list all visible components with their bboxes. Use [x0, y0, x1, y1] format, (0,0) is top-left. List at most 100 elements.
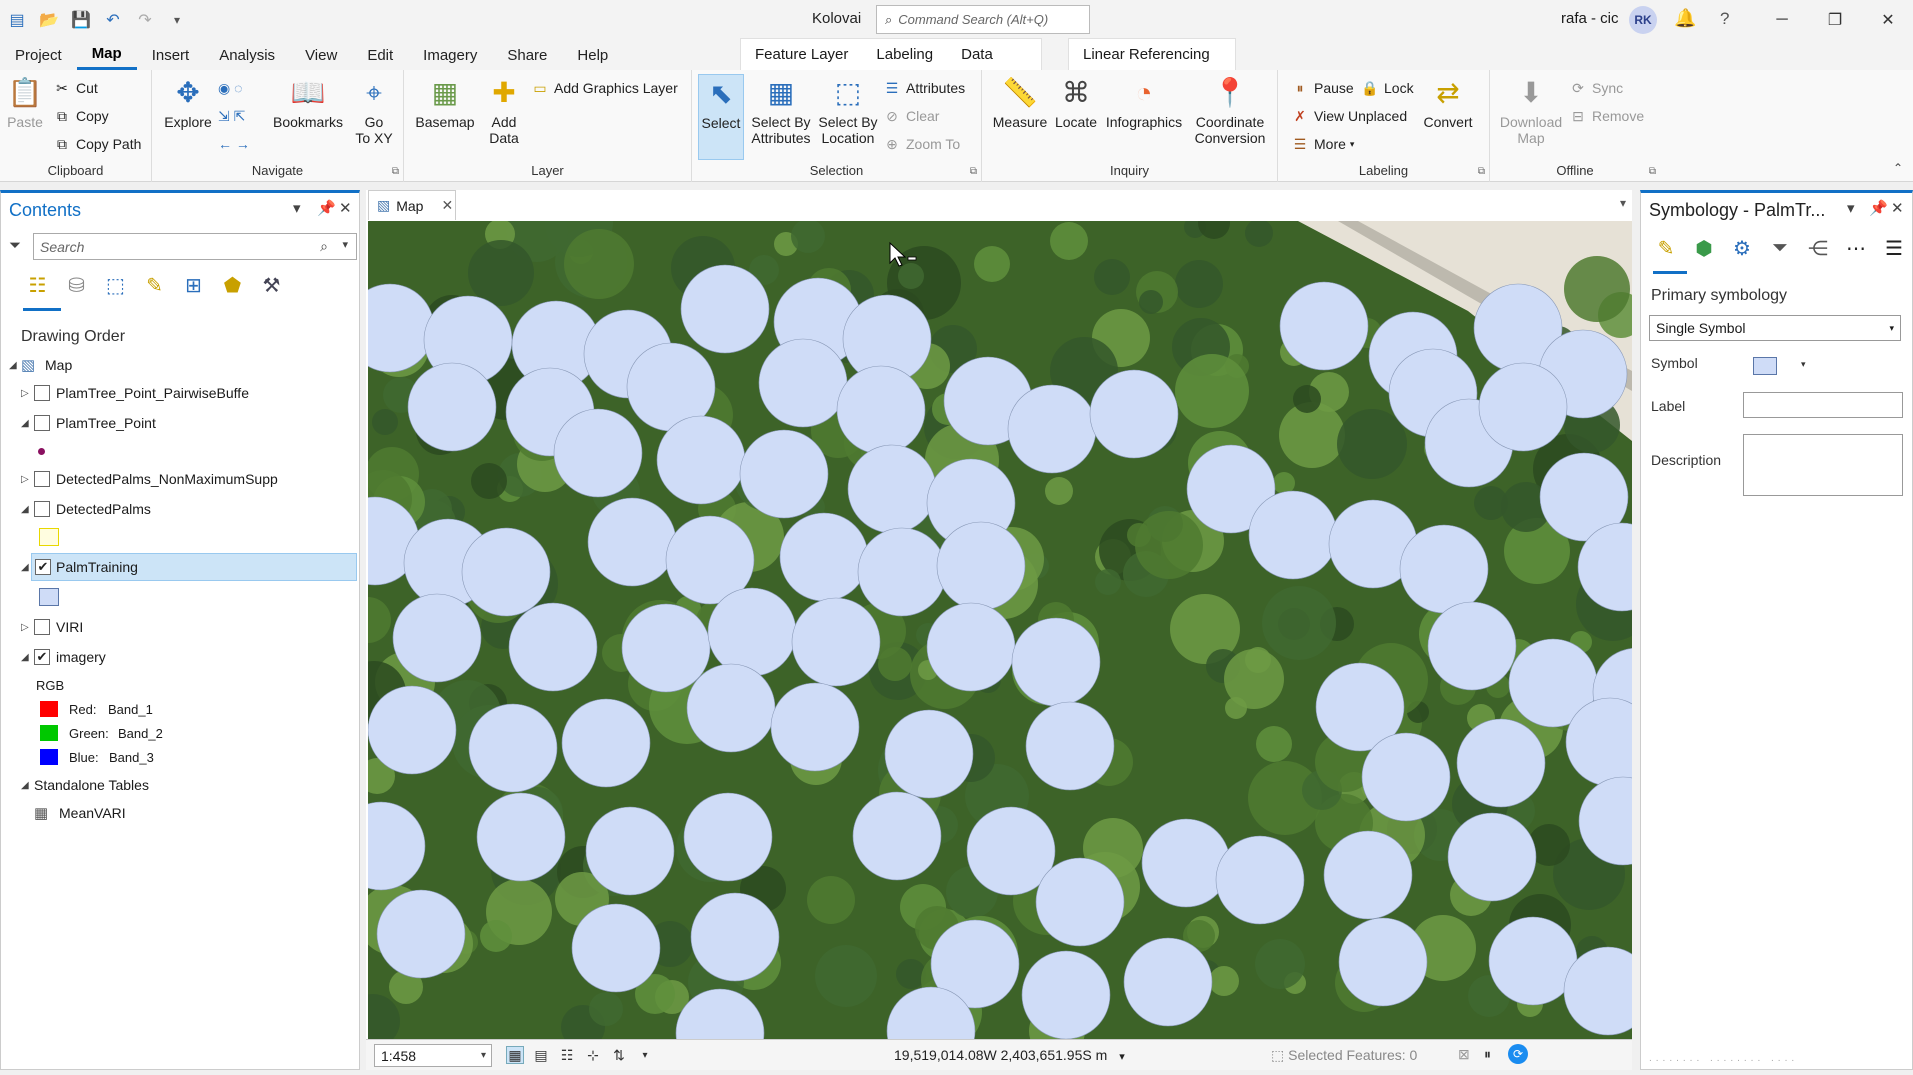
- collapse-triangle-icon[interactable]: ◢: [21, 652, 29, 663]
- lock-labels-button[interactable]: 🔒 Lock: [1360, 76, 1413, 100]
- coordinates-readout[interactable]: 19,519,014.08W 2,403,651.95S m ▾: [894, 1047, 1125, 1063]
- palm-training-polygon[interactable]: [1323, 830, 1413, 920]
- layer-row-selected[interactable]: ◢ ✔ PalmTraining: [21, 553, 357, 581]
- palm-training-polygon[interactable]: [468, 703, 558, 793]
- clear-selection-status-icon[interactable]: ⊠: [1458, 1046, 1470, 1063]
- filter-icon[interactable]: ⏷: [9, 237, 21, 254]
- palm-training-polygon[interactable]: [1021, 950, 1111, 1039]
- select-by-attributes-button[interactable]: ▦ Select By Attributes: [748, 74, 814, 147]
- clear-selection-button[interactable]: ⊘ Clear: [882, 104, 939, 128]
- nav-tool-icon[interactable]: ⇅: [610, 1046, 628, 1064]
- palm-training-polygon[interactable]: [884, 709, 974, 799]
- map-display[interactable]: [368, 221, 1632, 1039]
- remove-offline-button[interactable]: ⊟ Remove: [1568, 104, 1644, 128]
- point-symbol-row[interactable]: [1, 437, 357, 465]
- pause-labeling-button[interactable]: ⏸ Pause: [1290, 76, 1354, 100]
- pin-icon[interactable]: 📌: [317, 199, 336, 217]
- search-options-chevron-icon[interactable]: ▾: [342, 238, 348, 251]
- palm-training-polygon[interactable]: [739, 429, 829, 519]
- contents-search-input[interactable]: Search ⌕ ▾: [33, 233, 357, 260]
- palm-training-polygon[interactable]: [407, 362, 497, 452]
- layer-visibility-checkbox[interactable]: [34, 471, 50, 487]
- palm-training-polygon[interactable]: [1279, 281, 1369, 371]
- user-name[interactable]: rafa - cic: [1561, 10, 1619, 27]
- close-pane-icon[interactable]: ✕: [1891, 199, 1904, 217]
- pane-resize-grip[interactable]: ........ ........ ....: [1641, 1047, 1912, 1069]
- symbol-layer-drawing-icon[interactable]: ⬢: [1691, 235, 1717, 261]
- palm-training-polygon[interactable]: [376, 889, 466, 979]
- tab-view[interactable]: View: [290, 40, 352, 70]
- download-map-button[interactable]: ⬇ Download Map: [1500, 74, 1562, 147]
- palm-training-polygon[interactable]: [1215, 835, 1305, 925]
- palm-training-polygon[interactable]: [936, 521, 1026, 611]
- palm-training-polygon[interactable]: [1141, 818, 1231, 908]
- list-by-selection-icon[interactable]: ⬚: [103, 273, 128, 298]
- palm-training-polygon[interactable]: [1007, 384, 1097, 474]
- palm-training-polygon[interactable]: [1427, 601, 1517, 691]
- locate-button[interactable]: ⌘ Locate: [1052, 74, 1100, 131]
- layer-visibility-checkbox[interactable]: ✔: [35, 559, 51, 575]
- list-by-editing-icon[interactable]: ✎: [142, 273, 167, 298]
- palm-training-polygon[interactable]: [1456, 718, 1546, 808]
- tab-map[interactable]: Map: [76, 40, 137, 70]
- layer-row[interactable]: ▷ VIRI: [1, 613, 357, 641]
- description-textarea[interactable]: [1743, 434, 1903, 496]
- layer-visibility-checkbox[interactable]: [34, 415, 50, 431]
- palm-training-polygon[interactable]: [561, 698, 651, 788]
- palm-training-polygon[interactable]: [621, 603, 711, 693]
- map-canvas[interactable]: [368, 221, 1632, 1039]
- palm-training-polygon[interactable]: [1338, 917, 1428, 1007]
- palm-training-polygon[interactable]: [1123, 937, 1213, 1027]
- palm-training-polygon[interactable]: [686, 663, 776, 753]
- palm-training-polygon[interactable]: [852, 791, 942, 881]
- collapse-triangle-icon[interactable]: ◢: [21, 504, 29, 515]
- select-button[interactable]: ⬉ Select: [698, 74, 744, 160]
- customize-chevron-icon[interactable]: ▾: [166, 9, 188, 31]
- palm-training-polygon[interactable]: [770, 682, 860, 772]
- offline-launcher-icon[interactable]: ⧉: [1649, 166, 1656, 177]
- avatar[interactable]: RK: [1629, 6, 1657, 34]
- navigate-launcher-icon[interactable]: ⧉: [392, 166, 399, 177]
- add-data-button[interactable]: ✚ Add Data: [480, 74, 528, 147]
- expand-triangle-icon[interactable]: ▷: [21, 388, 29, 399]
- fixed-zoom-icon[interactable]: ⇲ ⇱: [218, 104, 245, 128]
- attributes-button[interactable]: ☰ Attributes: [882, 76, 965, 100]
- layer-row[interactable]: ▷ DetectedPalms_NonMaximumSupp: [1, 465, 357, 493]
- palm-training-polygon[interactable]: [1248, 490, 1338, 580]
- palm-training-polygon[interactable]: [1011, 617, 1101, 707]
- pause-drawing-icon[interactable]: ⏸: [1484, 1046, 1491, 1063]
- palm-training-polygon[interactable]: [1089, 369, 1179, 459]
- palm-training-polygon[interactable]: [836, 365, 926, 455]
- palm-training-polygon[interactable]: [926, 602, 1016, 692]
- primary-symbology-icon[interactable]: ✎: [1653, 235, 1679, 261]
- palm-training-polygon[interactable]: [461, 527, 551, 617]
- paste-button[interactable]: 📋 Paste: [4, 74, 46, 131]
- symbology-rules-icon[interactable]: ⋲: [1805, 235, 1831, 261]
- list-by-labeling-icon[interactable]: ⬟: [220, 273, 245, 298]
- open-project-icon[interactable]: 📂: [38, 9, 60, 31]
- list-by-drawing-order-icon[interactable]: ☷: [25, 273, 50, 298]
- map-node[interactable]: ◢ ▧ Map: [1, 351, 357, 379]
- tab-project[interactable]: Project: [0, 40, 77, 70]
- view-list-chevron-icon[interactable]: ▾: [1620, 196, 1626, 210]
- palm-training-polygon[interactable]: [571, 903, 661, 993]
- tab-help[interactable]: Help: [562, 40, 623, 70]
- restore-button[interactable]: ❐: [1815, 6, 1855, 34]
- search-icon[interactable]: ⌕: [320, 238, 328, 255]
- palm-training-polygon[interactable]: [656, 415, 746, 505]
- symbol-swatch-button[interactable]: [1753, 357, 1777, 375]
- collapse-triangle-icon[interactable]: ◢: [21, 780, 29, 791]
- palm-training-polygon[interactable]: [553, 408, 643, 498]
- command-search-input[interactable]: ⌕ Command Search (Alt+Q): [876, 5, 1090, 34]
- palm-training-polygon[interactable]: [758, 338, 848, 428]
- palm-training-polygon[interactable]: [847, 444, 937, 534]
- tab-imagery[interactable]: Imagery: [408, 40, 492, 70]
- basemap-button[interactable]: ▦ Basemap: [414, 74, 476, 131]
- select-by-location-button[interactable]: ⬚ Select By Location: [816, 74, 880, 147]
- palm-training-polygon[interactable]: [680, 264, 770, 354]
- more-labeling-button[interactable]: ☰ More ▾: [1290, 132, 1355, 156]
- layer-row[interactable]: ◢ PlamTree_Point: [1, 409, 357, 437]
- tab-feature-layer[interactable]: Feature Layer: [741, 46, 862, 63]
- cut-button[interactable]: ✂ Cut: [52, 76, 98, 100]
- previous-next-extent-icon[interactable]: ← →: [218, 132, 250, 156]
